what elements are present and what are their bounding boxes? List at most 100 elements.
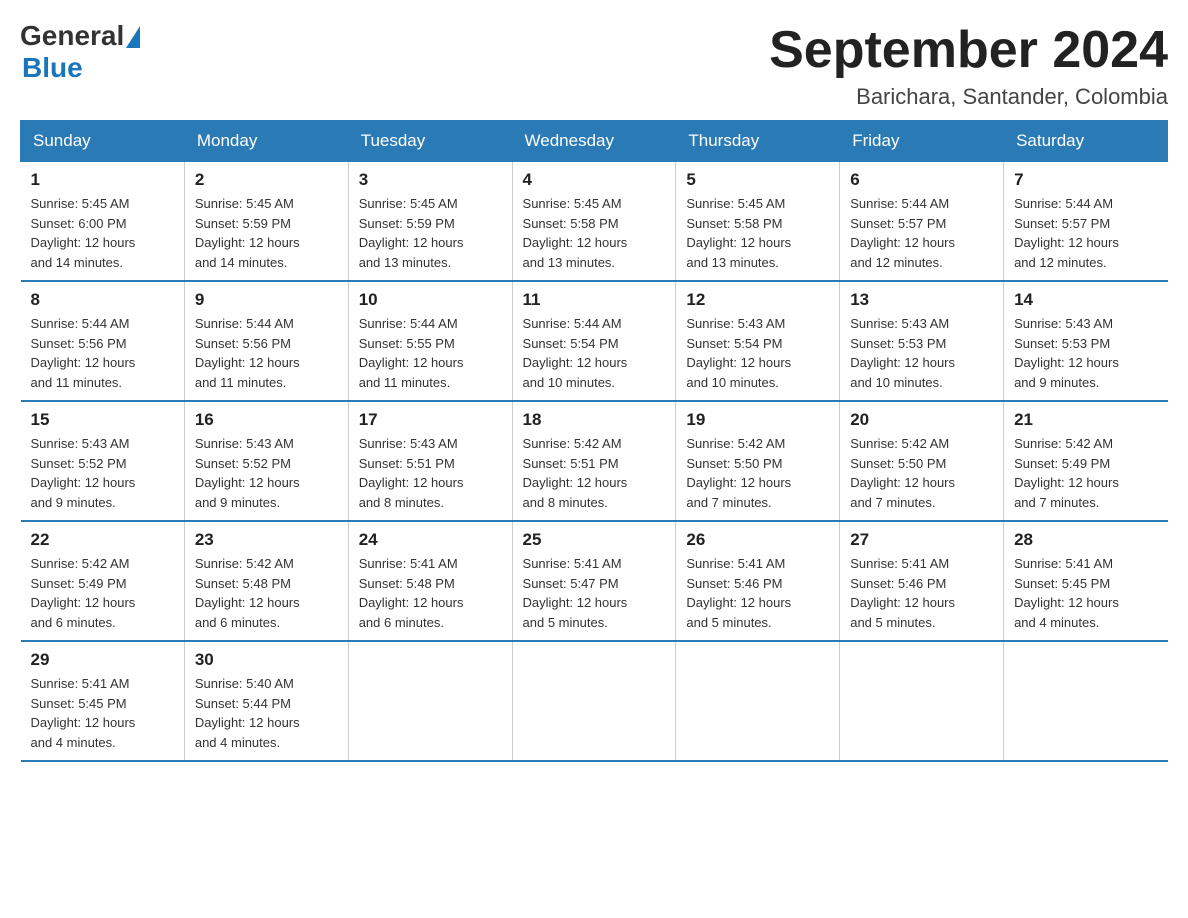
day-info: Sunrise: 5:40 AM Sunset: 5:44 PM Dayligh… <box>195 674 338 752</box>
day-info: Sunrise: 5:41 AM Sunset: 5:48 PM Dayligh… <box>359 554 502 632</box>
logo-blue: Blue <box>22 52 83 84</box>
day-number: 25 <box>523 530 666 550</box>
col-thursday: Thursday <box>676 121 840 162</box>
day-number: 15 <box>31 410 174 430</box>
day-number: 17 <box>359 410 502 430</box>
day-number: 4 <box>523 170 666 190</box>
table-row: 28 Sunrise: 5:41 AM Sunset: 5:45 PM Dayl… <box>1004 521 1168 641</box>
calendar-table: Sunday Monday Tuesday Wednesday Thursday… <box>20 120 1168 762</box>
table-row: 20 Sunrise: 5:42 AM Sunset: 5:50 PM Dayl… <box>840 401 1004 521</box>
day-number: 7 <box>1014 170 1157 190</box>
day-info: Sunrise: 5:42 AM Sunset: 5:49 PM Dayligh… <box>1014 434 1157 512</box>
day-number: 22 <box>31 530 174 550</box>
day-number: 10 <box>359 290 502 310</box>
day-info: Sunrise: 5:41 AM Sunset: 5:47 PM Dayligh… <box>523 554 666 632</box>
day-number: 8 <box>31 290 174 310</box>
day-info: Sunrise: 5:43 AM Sunset: 5:52 PM Dayligh… <box>31 434 174 512</box>
table-row: 3 Sunrise: 5:45 AM Sunset: 5:59 PM Dayli… <box>348 162 512 282</box>
table-row: 15 Sunrise: 5:43 AM Sunset: 5:52 PM Dayl… <box>21 401 185 521</box>
table-row: 11 Sunrise: 5:44 AM Sunset: 5:54 PM Dayl… <box>512 281 676 401</box>
day-info: Sunrise: 5:45 AM Sunset: 5:58 PM Dayligh… <box>523 194 666 272</box>
day-info: Sunrise: 5:45 AM Sunset: 5:58 PM Dayligh… <box>686 194 829 272</box>
table-row: 13 Sunrise: 5:43 AM Sunset: 5:53 PM Dayl… <box>840 281 1004 401</box>
day-number: 20 <box>850 410 993 430</box>
day-number: 13 <box>850 290 993 310</box>
day-info: Sunrise: 5:41 AM Sunset: 5:45 PM Dayligh… <box>1014 554 1157 632</box>
day-info: Sunrise: 5:43 AM Sunset: 5:51 PM Dayligh… <box>359 434 502 512</box>
table-row: 22 Sunrise: 5:42 AM Sunset: 5:49 PM Dayl… <box>21 521 185 641</box>
logo-triangle-icon <box>126 26 140 48</box>
day-number: 2 <box>195 170 338 190</box>
day-number: 11 <box>523 290 666 310</box>
day-number: 23 <box>195 530 338 550</box>
day-info: Sunrise: 5:41 AM Sunset: 5:46 PM Dayligh… <box>850 554 993 632</box>
calendar-header-row: Sunday Monday Tuesday Wednesday Thursday… <box>21 121 1168 162</box>
day-info: Sunrise: 5:44 AM Sunset: 5:54 PM Dayligh… <box>523 314 666 392</box>
day-number: 6 <box>850 170 993 190</box>
col-wednesday: Wednesday <box>512 121 676 162</box>
table-row <box>840 641 1004 761</box>
day-info: Sunrise: 5:44 AM Sunset: 5:55 PM Dayligh… <box>359 314 502 392</box>
day-info: Sunrise: 5:41 AM Sunset: 5:46 PM Dayligh… <box>686 554 829 632</box>
calendar-week-row: 29 Sunrise: 5:41 AM Sunset: 5:45 PM Dayl… <box>21 641 1168 761</box>
day-info: Sunrise: 5:44 AM Sunset: 5:56 PM Dayligh… <box>31 314 174 392</box>
day-number: 26 <box>686 530 829 550</box>
table-row: 21 Sunrise: 5:42 AM Sunset: 5:49 PM Dayl… <box>1004 401 1168 521</box>
day-info: Sunrise: 5:43 AM Sunset: 5:52 PM Dayligh… <box>195 434 338 512</box>
day-number: 19 <box>686 410 829 430</box>
day-info: Sunrise: 5:45 AM Sunset: 6:00 PM Dayligh… <box>31 194 174 272</box>
table-row: 1 Sunrise: 5:45 AM Sunset: 6:00 PM Dayli… <box>21 162 185 282</box>
day-number: 27 <box>850 530 993 550</box>
table-row: 5 Sunrise: 5:45 AM Sunset: 5:58 PM Dayli… <box>676 162 840 282</box>
table-row: 2 Sunrise: 5:45 AM Sunset: 5:59 PM Dayli… <box>184 162 348 282</box>
day-info: Sunrise: 5:44 AM Sunset: 5:57 PM Dayligh… <box>850 194 993 272</box>
page-header: General Blue September 2024 Barichara, S… <box>20 20 1168 110</box>
title-block: September 2024 Barichara, Santander, Col… <box>769 20 1168 110</box>
logo: General Blue <box>20 20 140 84</box>
calendar-week-row: 8 Sunrise: 5:44 AM Sunset: 5:56 PM Dayli… <box>21 281 1168 401</box>
day-number: 3 <box>359 170 502 190</box>
day-info: Sunrise: 5:44 AM Sunset: 5:56 PM Dayligh… <box>195 314 338 392</box>
table-row: 26 Sunrise: 5:41 AM Sunset: 5:46 PM Dayl… <box>676 521 840 641</box>
col-saturday: Saturday <box>1004 121 1168 162</box>
col-friday: Friday <box>840 121 1004 162</box>
col-monday: Monday <box>184 121 348 162</box>
day-number: 5 <box>686 170 829 190</box>
day-info: Sunrise: 5:42 AM Sunset: 5:51 PM Dayligh… <box>523 434 666 512</box>
day-number: 28 <box>1014 530 1157 550</box>
col-sunday: Sunday <box>21 121 185 162</box>
table-row: 7 Sunrise: 5:44 AM Sunset: 5:57 PM Dayli… <box>1004 162 1168 282</box>
calendar-week-row: 1 Sunrise: 5:45 AM Sunset: 6:00 PM Dayli… <box>21 162 1168 282</box>
day-number: 30 <box>195 650 338 670</box>
day-info: Sunrise: 5:43 AM Sunset: 5:54 PM Dayligh… <box>686 314 829 392</box>
table-row: 10 Sunrise: 5:44 AM Sunset: 5:55 PM Dayl… <box>348 281 512 401</box>
calendar-subtitle: Barichara, Santander, Colombia <box>769 84 1168 110</box>
table-row: 27 Sunrise: 5:41 AM Sunset: 5:46 PM Dayl… <box>840 521 1004 641</box>
table-row: 6 Sunrise: 5:44 AM Sunset: 5:57 PM Dayli… <box>840 162 1004 282</box>
day-number: 29 <box>31 650 174 670</box>
table-row <box>1004 641 1168 761</box>
day-info: Sunrise: 5:44 AM Sunset: 5:57 PM Dayligh… <box>1014 194 1157 272</box>
day-number: 16 <box>195 410 338 430</box>
calendar-week-row: 22 Sunrise: 5:42 AM Sunset: 5:49 PM Dayl… <box>21 521 1168 641</box>
table-row <box>676 641 840 761</box>
day-info: Sunrise: 5:41 AM Sunset: 5:45 PM Dayligh… <box>31 674 174 752</box>
table-row: 24 Sunrise: 5:41 AM Sunset: 5:48 PM Dayl… <box>348 521 512 641</box>
table-row: 14 Sunrise: 5:43 AM Sunset: 5:53 PM Dayl… <box>1004 281 1168 401</box>
table-row: 4 Sunrise: 5:45 AM Sunset: 5:58 PM Dayli… <box>512 162 676 282</box>
table-row: 19 Sunrise: 5:42 AM Sunset: 5:50 PM Dayl… <box>676 401 840 521</box>
day-number: 24 <box>359 530 502 550</box>
table-row: 25 Sunrise: 5:41 AM Sunset: 5:47 PM Dayl… <box>512 521 676 641</box>
table-row: 29 Sunrise: 5:41 AM Sunset: 5:45 PM Dayl… <box>21 641 185 761</box>
table-row: 16 Sunrise: 5:43 AM Sunset: 5:52 PM Dayl… <box>184 401 348 521</box>
day-info: Sunrise: 5:45 AM Sunset: 5:59 PM Dayligh… <box>195 194 338 272</box>
table-row: 12 Sunrise: 5:43 AM Sunset: 5:54 PM Dayl… <box>676 281 840 401</box>
day-number: 18 <box>523 410 666 430</box>
table-row <box>512 641 676 761</box>
table-row: 18 Sunrise: 5:42 AM Sunset: 5:51 PM Dayl… <box>512 401 676 521</box>
day-number: 9 <box>195 290 338 310</box>
day-info: Sunrise: 5:43 AM Sunset: 5:53 PM Dayligh… <box>850 314 993 392</box>
day-info: Sunrise: 5:42 AM Sunset: 5:49 PM Dayligh… <box>31 554 174 632</box>
table-row: 17 Sunrise: 5:43 AM Sunset: 5:51 PM Dayl… <box>348 401 512 521</box>
day-number: 14 <box>1014 290 1157 310</box>
